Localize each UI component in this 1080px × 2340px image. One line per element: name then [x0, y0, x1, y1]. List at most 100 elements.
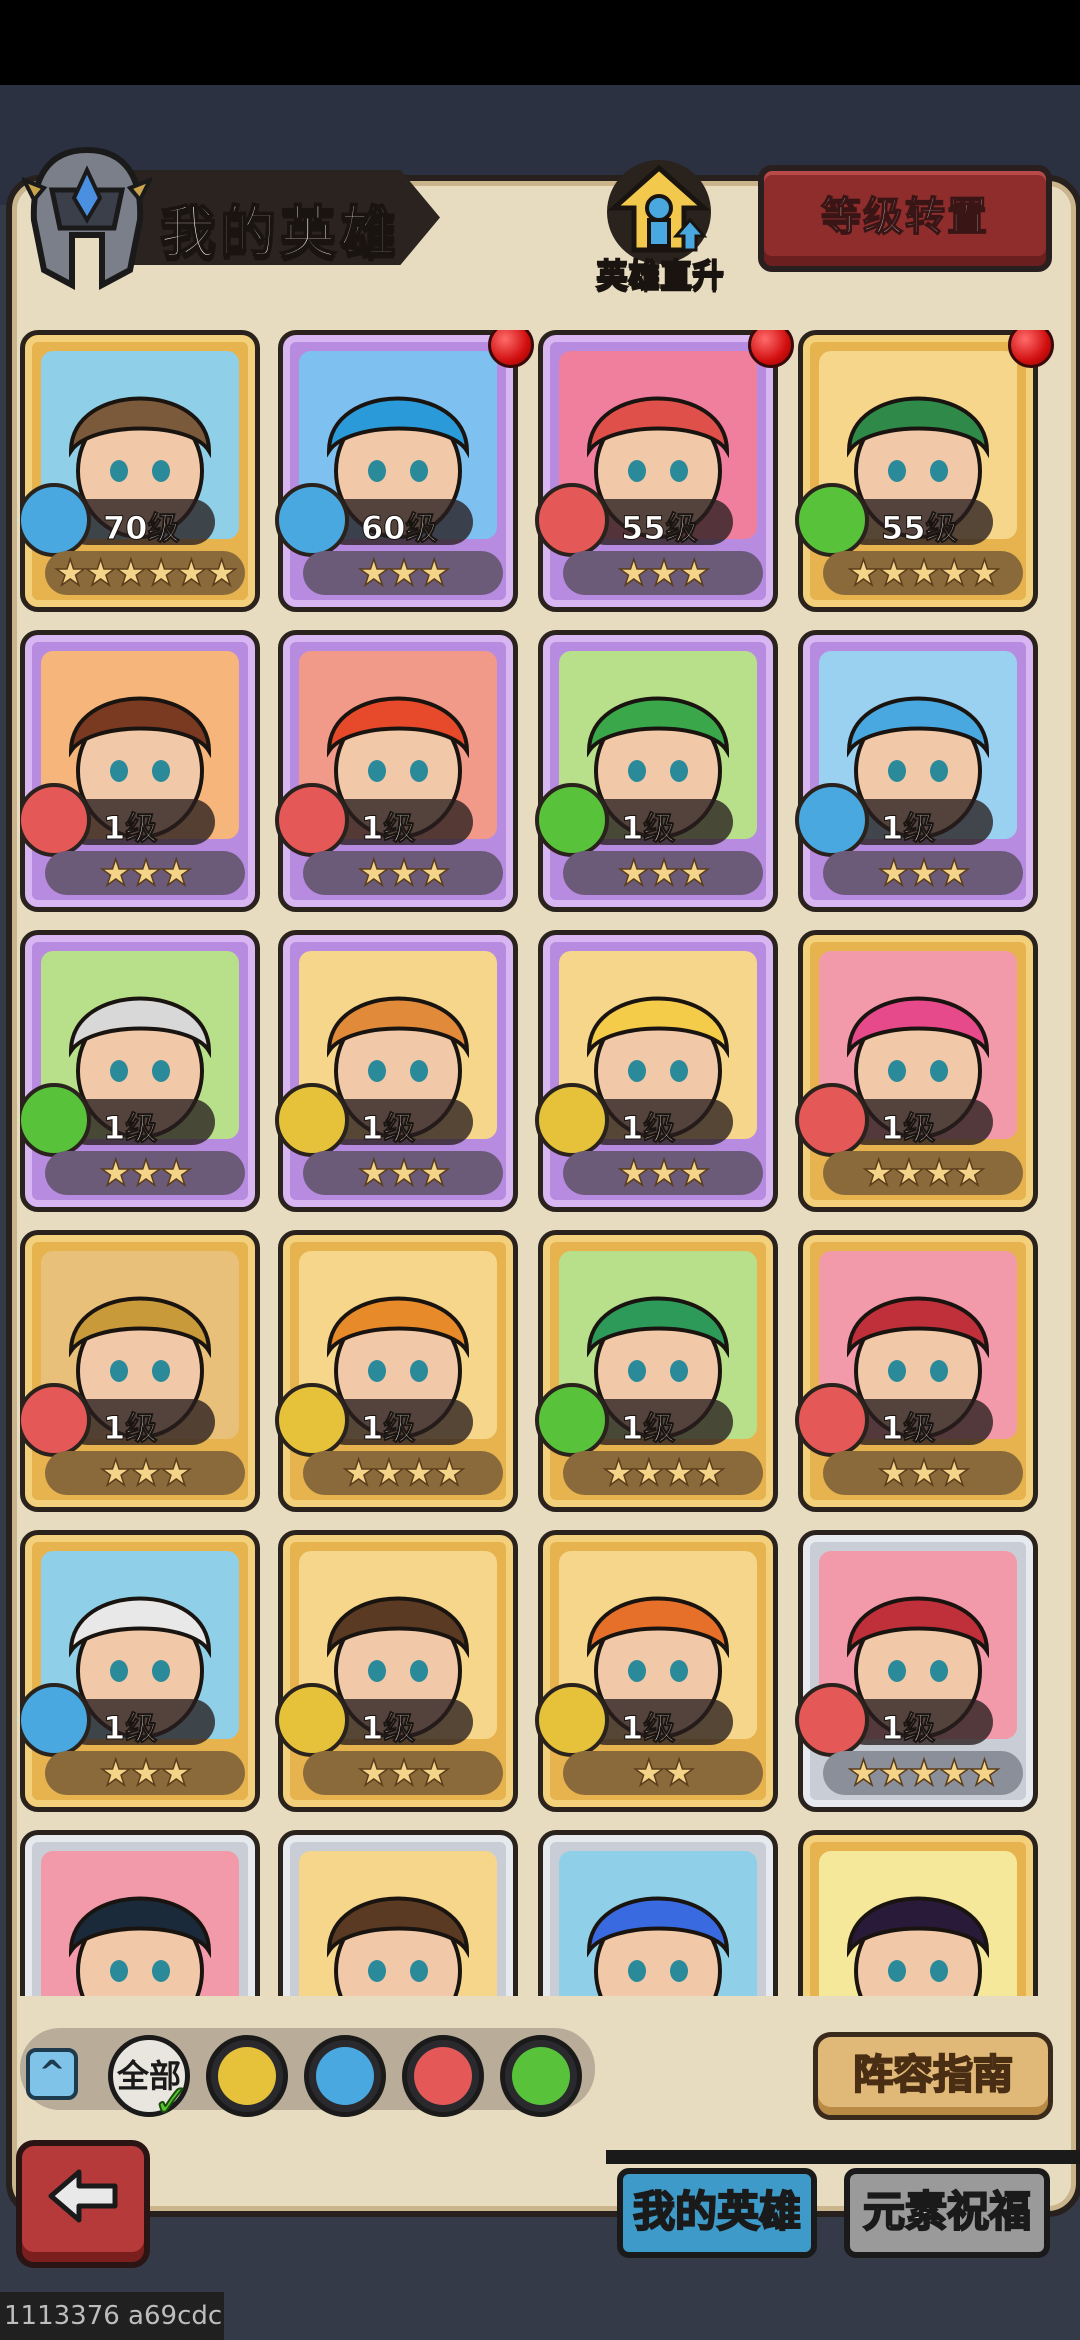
hero-card[interactable]: 1级 ★★★: [795, 1230, 1038, 1512]
fire-element-icon: [275, 783, 349, 857]
hero-level: 1级: [880, 1409, 936, 1448]
lineup-guide-label: 阵容指南: [852, 2051, 1014, 2099]
hero-card[interactable]: 1级 ★★★★: [535, 1230, 778, 1512]
hero-level: 1级: [102, 1409, 158, 1448]
check-icon: ✓: [152, 2075, 191, 2128]
hero-stars: ★★★: [45, 1751, 245, 1795]
hero-level: 1级: [360, 1109, 416, 1148]
fire-element-icon: [20, 783, 91, 857]
hero-card[interactable]: 1级 ★★★★: [795, 930, 1038, 1212]
filter-water[interactable]: [304, 2035, 386, 2117]
watermark-text: 1113376 a69cdc: [0, 2292, 224, 2340]
water-element-icon: [20, 483, 91, 557]
hero-card[interactable]: 1级 ★★: [535, 1530, 778, 1812]
level-transfer-label: 等级转置: [820, 193, 989, 241]
hero-card[interactable]: 1级 ★★★: [275, 1530, 518, 1812]
level-up-label: 英雄直升: [595, 255, 725, 295]
hero-stars: ★★★: [823, 851, 1023, 895]
notification-dot-icon: [748, 330, 794, 368]
hero-card[interactable]: [278, 1830, 518, 1996]
hero-level: 70级: [103, 509, 181, 548]
tab-my-heroes-label: 我的英雄: [632, 2186, 802, 2237]
notification-dot-icon: [488, 330, 534, 368]
hero-level: 1级: [880, 1709, 936, 1748]
hero-stars: ★★★: [563, 851, 763, 895]
hero-level: 1级: [620, 1409, 676, 1448]
earth-element-icon: [275, 1383, 349, 1457]
filter-wind[interactable]: [500, 2035, 582, 2117]
hero-stars: ★★★: [563, 1151, 763, 1195]
hero-card[interactable]: 70级 ★★★★★★: [20, 330, 260, 612]
hero-card[interactable]: 1级 ★★★: [275, 930, 518, 1212]
level-transfer-button[interactable]: 等级转置: [758, 165, 1052, 272]
hero-level: 1级: [102, 809, 158, 848]
wind-element-icon: [535, 783, 609, 857]
hero-stars: ★★★★: [823, 1151, 1023, 1195]
hero-level: 1级: [102, 1709, 158, 1748]
hero-portrait: [819, 1851, 1017, 1996]
hero-card[interactable]: [798, 1830, 1038, 1996]
game-screen: 我的英雄 英雄直升 等级转置 70级 ★★★★★★ 60级 ★★★ 55级 ★★★ 55级 ★…: [0, 0, 1080, 2340]
fire-element-icon: [795, 1683, 869, 1757]
water-element-icon: [275, 483, 349, 557]
lineup-guide-button[interactable]: 阵容指南: [813, 2032, 1053, 2120]
hero-stars: ★★★: [303, 1751, 503, 1795]
wind-element-icon: [20, 1083, 91, 1157]
collapse-button[interactable]: ^: [26, 2048, 78, 2100]
water-element-icon: [20, 1683, 91, 1757]
filter-earth[interactable]: [206, 2035, 288, 2117]
hero-card[interactable]: [20, 1830, 260, 1996]
fire-element-icon: [535, 483, 609, 557]
chevron-up-icon: ^: [38, 2053, 66, 2091]
hero-portrait: [559, 1851, 757, 1996]
hero-card[interactable]: 60级 ★★★: [275, 330, 518, 612]
hero-level: 1级: [620, 809, 676, 848]
hero-card[interactable]: 1级 ★★★: [20, 930, 260, 1212]
hero-card[interactable]: 1级 ★★★: [20, 1530, 260, 1812]
hero-card[interactable]: 1级 ★★★: [795, 630, 1038, 912]
hero-card[interactable]: 1级 ★★★: [535, 930, 778, 1212]
hero-level: 1级: [102, 1109, 158, 1148]
notification-dot-icon: [1008, 330, 1054, 368]
hero-stars: ★★★★: [563, 1451, 763, 1495]
tab-bar-line: [606, 2150, 1080, 2164]
filter-fire[interactable]: [402, 2035, 484, 2117]
back-button[interactable]: [16, 2140, 150, 2268]
hero-stars: ★★★: [563, 551, 763, 595]
hero-level: 1级: [360, 809, 416, 848]
hero-card[interactable]: 1级 ★★★: [275, 630, 518, 912]
hero-card[interactable]: 1级 ★★★★★: [795, 1530, 1038, 1812]
hero-card[interactable]: 1级 ★★★: [20, 630, 260, 912]
hero-level: 1级: [360, 1709, 416, 1748]
water-element-icon: [795, 783, 869, 857]
hero-stars: ★★★★★: [823, 1751, 1023, 1795]
wind-element-icon: [795, 483, 869, 557]
hero-portrait: [41, 1851, 239, 1996]
hero-card[interactable]: 1级 ★★★: [20, 1230, 260, 1512]
earth-element-icon: [535, 1083, 609, 1157]
hero-stars: ★★★: [45, 851, 245, 895]
hero-stars: ★★★: [45, 1151, 245, 1195]
hero-stars: ★★★: [823, 1451, 1023, 1495]
hero-stars: ★★★: [303, 1151, 503, 1195]
tab-element-blessing[interactable]: 元素祝福: [844, 2168, 1050, 2258]
hero-card[interactable]: 55级 ★★★★★: [795, 330, 1038, 612]
hero-card[interactable]: 1级 ★★★★: [275, 1230, 518, 1512]
hero-card[interactable]: 1级 ★★★: [535, 630, 778, 912]
earth-element-icon: [535, 1683, 609, 1757]
hero-stars: ★★★★★: [823, 551, 1023, 595]
wind-element-icon: [535, 1383, 609, 1457]
hero-stars: ★★★: [303, 551, 503, 595]
hero-card[interactable]: [538, 1830, 778, 1996]
hero-level: 1级: [360, 1409, 416, 1448]
hero-card[interactable]: 55级 ★★★: [535, 330, 778, 612]
filter-all[interactable]: 全部 ✓: [108, 2035, 191, 2128]
hero-level: 55级: [621, 509, 699, 548]
earth-element-icon: [218, 2047, 276, 2105]
fire-element-icon: [414, 2047, 472, 2105]
hero-stars: ★★★: [303, 851, 503, 895]
water-element-icon: [316, 2047, 374, 2105]
tab-my-heroes[interactable]: 我的英雄: [617, 2168, 817, 2258]
hero-level: 60级: [361, 509, 439, 548]
page-title: 我的英雄: [159, 200, 400, 267]
